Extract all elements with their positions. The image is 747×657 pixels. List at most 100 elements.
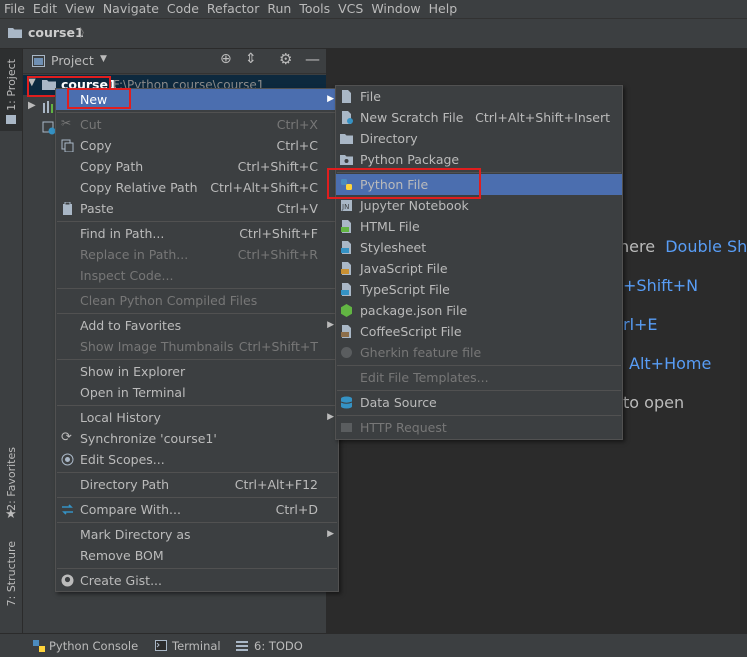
menu-item-create-gist[interactable]: Create Gist... — [56, 570, 338, 591]
menu-item-show-in-explorer[interactable]: Show in Explorer — [56, 361, 338, 382]
menu-item-add-to-favorites[interactable]: Add to Favorites ▶ — [56, 315, 338, 336]
menu-item-find-in-path[interactable]: Find in Path... Ctrl+Shift+F — [56, 223, 338, 244]
project-view-dropdown-icon[interactable]: ▼ — [100, 54, 107, 64]
menu-code[interactable]: Code — [163, 0, 203, 17]
hint-text: here — [619, 237, 656, 256]
menu-item-new[interactable]: New ▶ — [56, 89, 338, 110]
context-menu: New ▶ ✂ Cut Ctrl+X Copy Ctrl+C Copy Path… — [55, 88, 339, 592]
new-item-package-json[interactable]: package.json File — [336, 300, 622, 321]
menu-item-mark-directory-as[interactable]: Mark Directory as ▶ — [56, 524, 338, 545]
hint-key: rl+E — [623, 315, 658, 334]
menu-item-synchronize[interactable]: ⟳ Synchronize 'course1' — [56, 428, 338, 449]
menu-item-remove-bom[interactable]: Remove BOM — [56, 545, 338, 566]
menu-item-label: package.json File — [360, 303, 468, 318]
menu-item-local-history[interactable]: Local History ▶ — [56, 407, 338, 428]
menu-refactor[interactable]: Refactor — [203, 0, 263, 17]
structure-tool-tab[interactable]: 7: Structure — [5, 541, 18, 606]
todo-icon — [236, 641, 248, 651]
new-item-http-request[interactable]: HTTP Request — [336, 417, 622, 438]
menu-separator — [337, 415, 621, 416]
menu-item-label: New Scratch File — [360, 110, 464, 125]
menu-item-shortcut: Ctrl+D — [275, 502, 318, 517]
menu-item-edit-scopes[interactable]: Edit Scopes... — [56, 449, 338, 470]
menu-item-shortcut: Ctrl+V — [276, 201, 318, 216]
menu-run[interactable]: Run — [263, 0, 295, 17]
new-item-directory[interactable]: Directory — [336, 128, 622, 149]
menu-tools[interactable]: Tools — [295, 0, 334, 17]
menu-window[interactable]: Window — [367, 0, 424, 17]
menu-item-label: Compare With... — [80, 502, 181, 517]
menu-separator — [57, 405, 337, 406]
hide-panel-icon[interactable]: — — [305, 50, 320, 68]
project-view-icon — [32, 55, 45, 67]
new-item-jupyter-notebook[interactable]: JN Jupyter Notebook — [336, 195, 622, 216]
menu-file[interactable]: File — [0, 0, 29, 17]
menu-item-label: Clean Python Compiled Files — [80, 293, 258, 308]
menu-item-clean-python-compiled[interactable]: Clean Python Compiled Files — [56, 290, 338, 311]
menu-view[interactable]: View — [61, 0, 99, 17]
menu-item-label: Show in Explorer — [80, 364, 186, 379]
menu-separator — [337, 390, 621, 391]
menu-item-directory-path[interactable]: Directory Path Ctrl+Alt+F12 — [56, 474, 338, 495]
new-item-javascript-file[interactable]: JavaScript File — [336, 258, 622, 279]
menu-item-shortcut: Ctrl+Alt+Shift+C — [210, 180, 318, 195]
menu-item-inspect-code[interactable]: Inspect Code... — [56, 265, 338, 286]
todo-tab[interactable]: 6: TODO — [254, 639, 303, 653]
tree-collapse-icon[interactable]: ▶ — [28, 100, 36, 111]
menu-item-shortcut: Ctrl+Shift+R — [237, 247, 318, 262]
gear-icon[interactable]: ⚙ — [279, 50, 292, 68]
submenu-arrow-icon: ▶ — [327, 320, 334, 330]
menu-edit[interactable]: Edit — [29, 0, 61, 17]
project-tool-tab[interactable]: 1: Project — [5, 59, 18, 111]
terminal-tab[interactable]: Terminal — [172, 639, 221, 653]
menu-item-label: Local History — [80, 410, 161, 425]
new-item-typescript-file[interactable]: TypeScript File — [336, 279, 622, 300]
refresh-icon: ⟳ — [61, 430, 72, 445]
menu-item-open-in-terminal[interactable]: Open in Terminal — [56, 382, 338, 403]
new-item-html-file[interactable]: HTML File — [336, 216, 622, 237]
menu-separator — [57, 522, 337, 523]
favorites-tool-tab[interactable]: 2: Favorites — [5, 447, 18, 511]
menu-item-show-image-thumbnails[interactable]: Show Image Thumbnails Ctrl+Shift+T — [56, 336, 338, 357]
scissors-icon: ✂ — [61, 116, 72, 130]
menu-separator — [337, 365, 621, 366]
hint-key: Double Shif — [665, 237, 747, 256]
menu-item-compare-with[interactable]: Compare With... Ctrl+D — [56, 499, 338, 520]
python-console-tab[interactable]: Python Console — [49, 639, 138, 653]
svg-text:JN: JN — [341, 203, 349, 211]
new-item-file[interactable]: File — [336, 86, 622, 107]
new-submenu: File New Scratch File Ctrl+Alt+Shift+Ins… — [335, 85, 623, 440]
project-view-title[interactable]: Project — [51, 53, 94, 68]
tree-expand-icon[interactable]: ▼ — [28, 77, 36, 88]
menu-item-copy[interactable]: Copy Ctrl+C — [56, 135, 338, 156]
typescript-file-icon — [341, 283, 351, 296]
menu-navigate[interactable]: Navigate — [99, 0, 163, 17]
new-item-coffeescript-file[interactable]: CoffeeScript File — [336, 321, 622, 342]
menu-item-cut[interactable]: ✂ Cut Ctrl+X — [56, 114, 338, 135]
breadcrumb-course1[interactable]: course1 — [28, 25, 84, 40]
package-folder-icon — [340, 155, 353, 165]
menu-item-paste[interactable]: Paste Ctrl+V — [56, 198, 338, 219]
new-item-data-source[interactable]: Data Source — [336, 392, 622, 413]
python-file-icon — [341, 179, 352, 190]
new-item-scratch-file[interactable]: New Scratch File Ctrl+Alt+Shift+Insert — [336, 107, 622, 128]
collapse-all-icon[interactable]: ⇕ — [245, 51, 257, 67]
hint-key: Alt+Home — [629, 354, 712, 373]
new-item-python-package[interactable]: Python Package — [336, 149, 622, 170]
menu-item-label: Open in Terminal — [80, 385, 186, 400]
new-item-edit-file-templates[interactable]: Edit File Templates... — [336, 367, 622, 388]
new-item-stylesheet[interactable]: Stylesheet — [336, 237, 622, 258]
locate-icon[interactable]: ⊕ — [220, 51, 232, 67]
menu-item-shortcut: Ctrl+Shift+F — [239, 226, 318, 241]
new-item-python-file[interactable]: Python File — [336, 174, 622, 195]
hint-search-everywhere: here Double Shif — [619, 237, 747, 256]
project-panel-header: Project ▼ ⊕ ⇕ ⚙ — — [23, 49, 326, 74]
menu-item-label: Copy Relative Path — [80, 180, 198, 195]
new-item-gherkin-feature[interactable]: Gherkin feature file — [336, 342, 622, 363]
menu-separator — [57, 497, 337, 498]
menu-item-copy-relative-path[interactable]: Copy Relative Path Ctrl+Alt+Shift+C — [56, 177, 338, 198]
menu-item-replace-in-path[interactable]: Replace in Path... Ctrl+Shift+R — [56, 244, 338, 265]
menu-item-copy-path[interactable]: Copy Path Ctrl+Shift+C — [56, 156, 338, 177]
menu-vcs[interactable]: VCS — [334, 0, 367, 17]
menu-help[interactable]: Help — [425, 0, 462, 17]
